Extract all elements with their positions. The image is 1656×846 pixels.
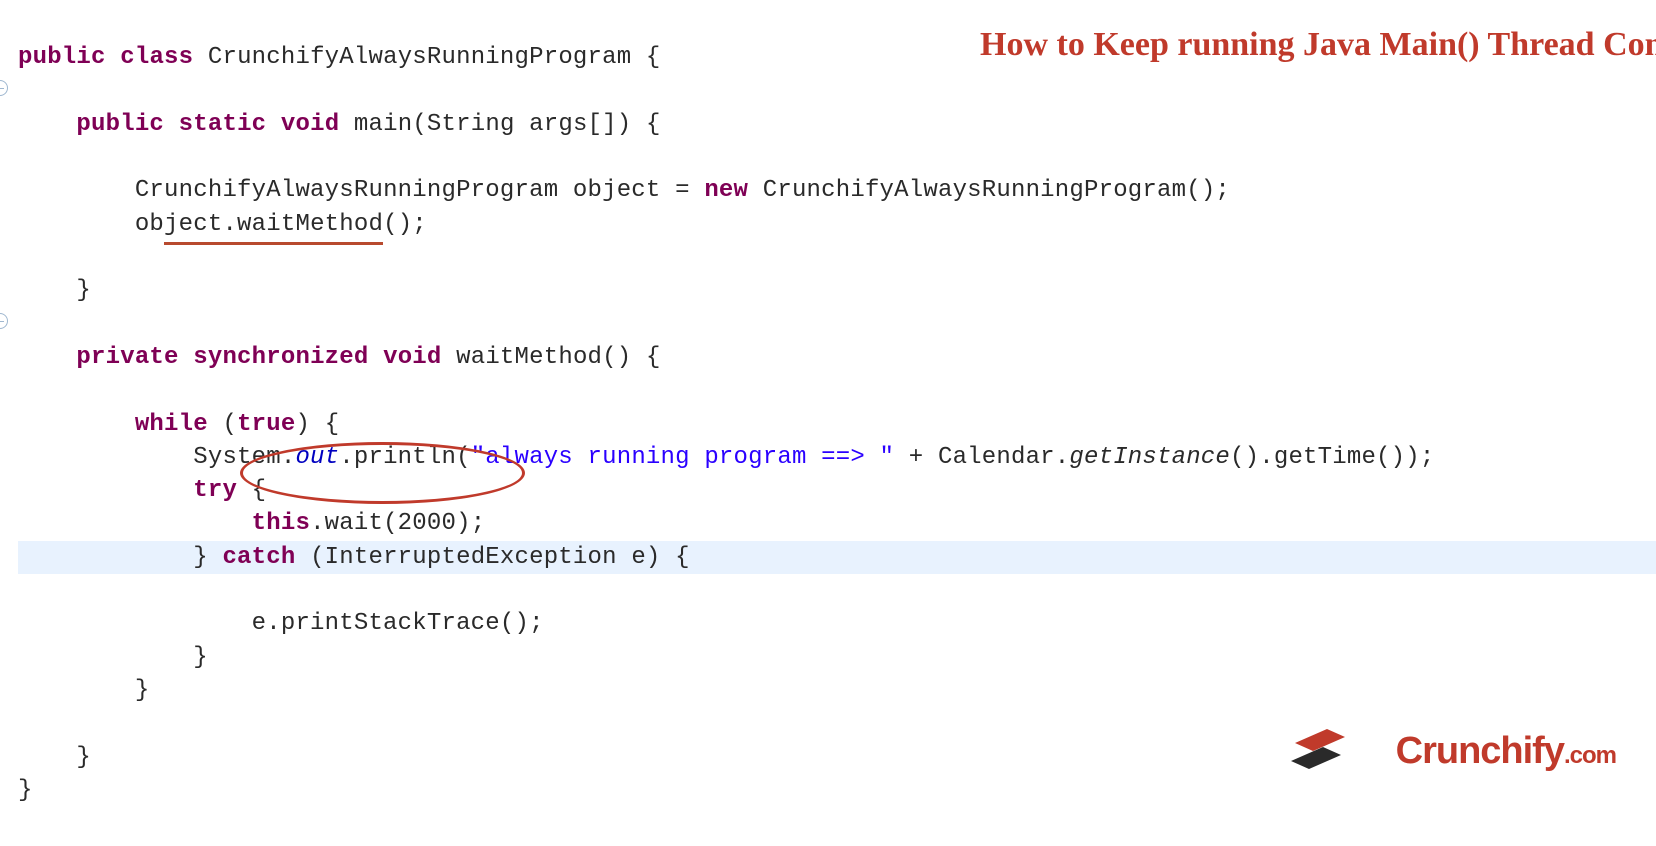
println-3: + Calendar. (894, 444, 1069, 471)
brace-close: } (18, 777, 33, 804)
logo-wordmark: Crunchify.com (1357, 687, 1616, 816)
fold-marker-icon[interactable] (0, 313, 8, 329)
brace-close: } (76, 277, 91, 304)
fold-marker-icon[interactable] (0, 80, 8, 96)
keyword-static: static (179, 111, 267, 138)
catch-sig: (InterruptedException e) { (295, 544, 689, 571)
keyword-void: void (281, 111, 339, 138)
keyword-public: public (76, 111, 164, 138)
object-call-prefix: ob (135, 211, 164, 238)
code-editor[interactable]: public class CrunchifyAlwaysRunningProgr… (18, 8, 1434, 807)
paren: ( (208, 411, 237, 438)
keyword-void: void (383, 344, 441, 371)
brace-close: } (76, 744, 91, 771)
crunchify-logo: Crunchify.com (1289, 687, 1616, 816)
brace-open: ) { (295, 411, 339, 438)
keyword-true: true (237, 411, 295, 438)
method-waitMethod: waitMethod() { (456, 344, 660, 371)
brace-close: } (135, 677, 150, 704)
logo-brand: Crunchify (1396, 730, 1564, 772)
println-4: ().getTime()); (1230, 444, 1434, 471)
string-literal: "always running program ==> " (471, 444, 894, 471)
object-decl-2: CrunchifyAlwaysRunningProgram(); (748, 177, 1230, 204)
crunchify-logo-icon (1289, 729, 1349, 775)
keyword-try: try (193, 477, 237, 504)
keyword-public: public (18, 44, 106, 71)
keyword-private: private (76, 344, 178, 371)
keyword-class: class (120, 44, 193, 71)
ellipse-annotation (240, 442, 525, 504)
keyword-catch: catch (222, 544, 295, 571)
object-decl: CrunchifyAlwaysRunningProgram object = (135, 177, 705, 204)
method-main: main(String args[]) { (354, 111, 661, 138)
keyword-this: this (252, 510, 310, 537)
keyword-synchronized: synchronized (193, 344, 368, 371)
wait-call: .wait(2000); (310, 510, 485, 537)
class-name: CrunchifyAlwaysRunningProgram (208, 44, 631, 71)
page-title: How to Keep running Java Main() Thread C… (980, 20, 1540, 70)
stacktrace: e.printStackTrace(); (252, 610, 544, 637)
brace: { (631, 44, 660, 71)
keyword-while: while (135, 411, 208, 438)
underline-annotation: ject.waitMethod (164, 208, 383, 241)
keyword-new: new (704, 177, 748, 204)
object-call-suffix: (); (383, 211, 427, 238)
catch-prefix: } (193, 544, 222, 571)
brace-close: } (193, 644, 208, 671)
logo-tld: .com (1564, 742, 1616, 769)
method-getInstance: getInstance (1069, 444, 1230, 471)
